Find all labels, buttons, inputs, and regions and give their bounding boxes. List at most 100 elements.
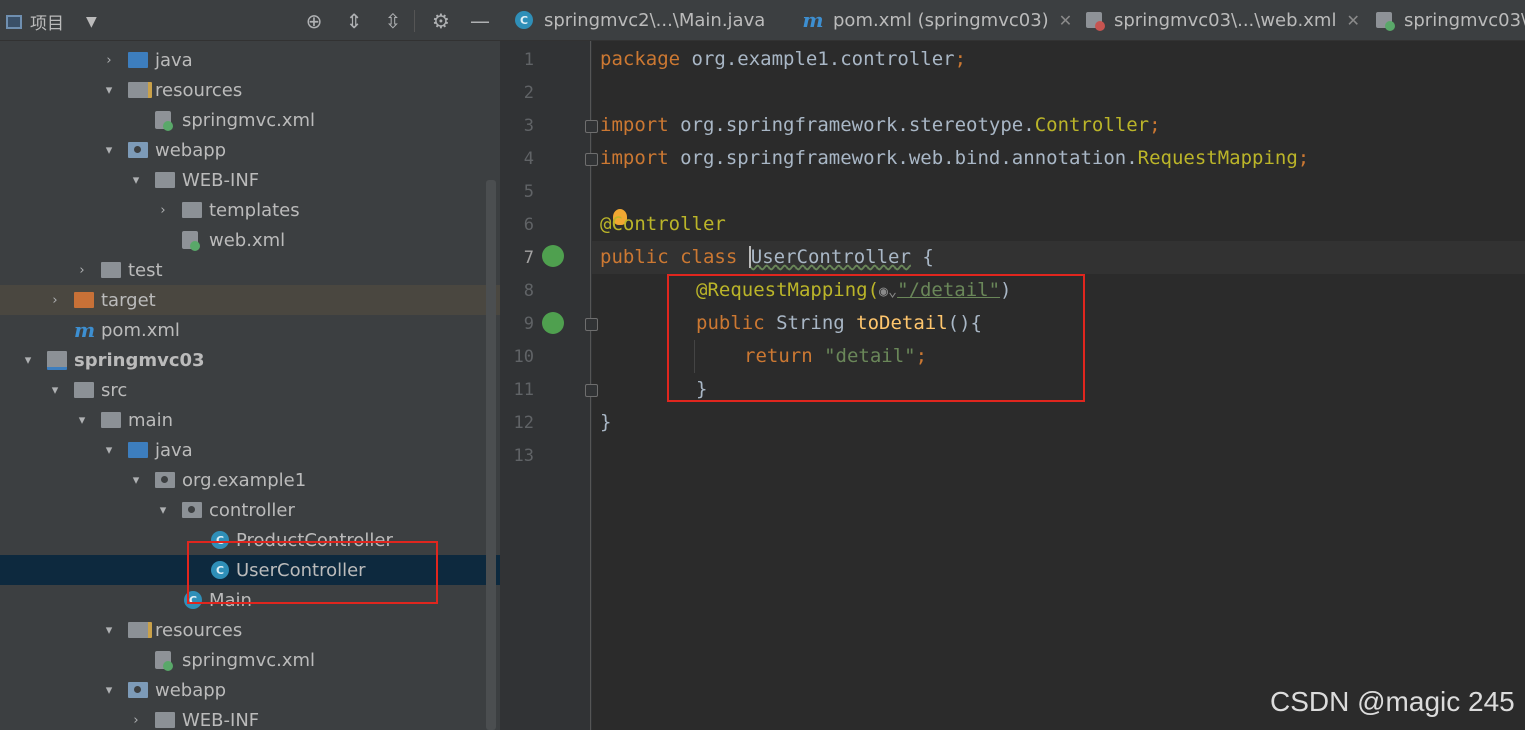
xml-icon bbox=[182, 231, 200, 251]
tree-item[interactable]: ▾ org.example1 bbox=[0, 465, 500, 495]
chevron-right-icon[interactable]: › bbox=[75, 263, 89, 278]
chevron-down-icon[interactable]: ▾ bbox=[21, 353, 35, 368]
tree-item[interactable]: › target bbox=[0, 285, 500, 315]
tree-item[interactable]: springmvc.xml bbox=[0, 105, 500, 135]
folder-icon bbox=[155, 712, 175, 728]
collapse-all-icon[interactable]: ⇳ bbox=[381, 9, 405, 33]
dropdown-caret-icon[interactable]: ▼ bbox=[86, 14, 97, 30]
close-icon[interactable]: ✕ bbox=[1059, 11, 1072, 30]
tree-item[interactable]: › WEB-INF bbox=[0, 705, 500, 730]
chevron-down-icon[interactable]: ▾ bbox=[156, 503, 170, 518]
resources-folder-icon bbox=[128, 622, 152, 638]
tree-item-label: src bbox=[101, 379, 128, 401]
close-icon[interactable]: ✕ bbox=[1346, 11, 1359, 30]
tree-item-label: springmvc.xml bbox=[182, 109, 316, 131]
semicolon: ; bbox=[1297, 147, 1310, 169]
fold-icon[interactable] bbox=[585, 318, 598, 331]
tree-item-label: templates bbox=[209, 199, 300, 221]
code-line-3[interactable]: import org.springframework.stereotype.Co… bbox=[600, 114, 1161, 136]
tab-label: springmvc03\...\web.xml bbox=[1114, 9, 1337, 31]
tree-item[interactable]: ▾ src bbox=[0, 375, 500, 405]
semicolon: ; bbox=[1149, 114, 1161, 136]
line-number: 8 bbox=[523, 281, 534, 301]
tree-item[interactable]: springmvc.xml bbox=[0, 645, 500, 675]
maven-icon: m bbox=[74, 318, 96, 342]
code-line-4[interactable]: import org.springframework.web.bind.anno… bbox=[600, 147, 1309, 169]
fold-icon[interactable] bbox=[585, 120, 598, 133]
tree-item[interactable]: › java bbox=[0, 45, 500, 75]
folder-icon bbox=[101, 262, 121, 278]
tree-item[interactable]: › templates bbox=[0, 195, 500, 225]
chevron-down-icon[interactable]: ▾ bbox=[102, 83, 116, 98]
project-panel-title[interactable]: 项目 bbox=[30, 9, 64, 34]
source-folder-icon bbox=[128, 442, 148, 458]
line-number: 7 bbox=[523, 248, 534, 268]
module-icon bbox=[47, 350, 67, 370]
class-ref: RequestMapping bbox=[1137, 147, 1298, 169]
chevron-down-icon[interactable]: ▾ bbox=[129, 173, 143, 188]
xml-icon bbox=[1374, 10, 1395, 31]
chevron-right-icon[interactable]: › bbox=[102, 53, 116, 68]
project-view-icon bbox=[6, 14, 22, 29]
folder-icon bbox=[182, 202, 202, 218]
tree-item[interactable]: › test bbox=[0, 255, 500, 285]
annotation: @Controller bbox=[600, 213, 726, 235]
tree-item[interactable]: ▾ resources bbox=[0, 75, 500, 105]
chevron-right-icon[interactable]: › bbox=[156, 203, 170, 218]
editor-tabs: C springmvc2\...\Main.java m pom.xml (sp… bbox=[500, 0, 1525, 41]
fold-icon[interactable] bbox=[585, 153, 598, 166]
tab-main-java[interactable]: C springmvc2\...\Main.java bbox=[514, 0, 765, 40]
tab-web-xml[interactable]: springmvc03\...\web.xml ✕ bbox=[1084, 0, 1360, 40]
project-panel-header: 项目 ▼ ⊕ ⇕ ⇳ ⚙ — bbox=[0, 0, 500, 41]
tree-item[interactable]: m pom.xml bbox=[0, 315, 500, 345]
tree-item[interactable]: ▾ controller bbox=[0, 495, 500, 525]
line-number: 1 bbox=[523, 50, 534, 70]
tree-item[interactable]: ▾ springmvc03 bbox=[0, 345, 500, 375]
code-line-7[interactable]: public class UserController { bbox=[600, 246, 934, 268]
tree-item[interactable]: ▾ main bbox=[0, 405, 500, 435]
chevron-down-icon[interactable]: ▾ bbox=[102, 143, 116, 158]
tree-item-label: web.xml bbox=[209, 229, 286, 251]
tree-item[interactable]: ▾ resources bbox=[0, 615, 500, 645]
spring-mapping-icon[interactable] bbox=[542, 312, 564, 334]
tree-item[interactable]: ▾ webapp bbox=[0, 135, 500, 165]
hide-panel-icon[interactable]: — bbox=[468, 9, 492, 33]
tab-springmvc03[interactable]: springmvc03\ bbox=[1374, 0, 1525, 40]
chevron-down-icon[interactable]: ▾ bbox=[48, 383, 62, 398]
spring-bean-icon[interactable] bbox=[542, 245, 564, 267]
code-line-12[interactable]: } bbox=[600, 411, 611, 433]
tree-item[interactable]: ▾ webapp bbox=[0, 675, 500, 705]
tree-item[interactable]: web.xml bbox=[0, 225, 500, 255]
java-class-icon: C bbox=[514, 10, 534, 30]
expand-all-icon[interactable]: ⇕ bbox=[342, 9, 366, 33]
chevron-down-icon[interactable]: ▾ bbox=[75, 413, 89, 428]
chevron-down-icon[interactable]: ▾ bbox=[102, 623, 116, 638]
chevron-right-icon[interactable]: › bbox=[129, 713, 143, 728]
folder-icon bbox=[74, 382, 94, 398]
chevron-down-icon[interactable]: ▾ bbox=[102, 443, 116, 458]
tree-item-label: resources bbox=[155, 619, 243, 641]
header-divider bbox=[414, 10, 415, 32]
tree-item-label: WEB-INF bbox=[182, 709, 260, 730]
code-line-6[interactable]: @Controller bbox=[600, 213, 726, 235]
project-panel: ▾ main › java ▾ resources springmvc.xml ▾ webapp… bbox=[0, 0, 500, 730]
tab-pom-xml[interactable]: m pom.xml (springmvc03) ✕ bbox=[802, 0, 1072, 40]
tree-item[interactable]: ▾ WEB-INF bbox=[0, 165, 500, 195]
tree-scrollbar[interactable] bbox=[486, 180, 496, 730]
chevron-right-icon[interactable]: › bbox=[48, 293, 62, 308]
code-line-1[interactable]: package org.example1.controller; bbox=[600, 48, 966, 70]
keyword: import bbox=[600, 147, 669, 169]
fold-icon[interactable] bbox=[585, 384, 598, 397]
excluded-folder-icon bbox=[74, 292, 94, 308]
tree-item-label: springmvc03 bbox=[74, 349, 205, 371]
chevron-down-icon[interactable]: ▾ bbox=[129, 473, 143, 488]
tree-item-label: target bbox=[101, 289, 156, 311]
tree-item-label: java bbox=[155, 439, 193, 461]
package-icon bbox=[182, 502, 202, 518]
code-text: org.example1.controller bbox=[680, 48, 955, 70]
gear-icon[interactable]: ⚙ bbox=[429, 9, 453, 33]
chevron-down-icon[interactable]: ▾ bbox=[102, 683, 116, 698]
folder-icon bbox=[101, 412, 121, 428]
locate-icon[interactable]: ⊕ bbox=[302, 9, 326, 33]
tree-item[interactable]: ▾ java bbox=[0, 435, 500, 465]
